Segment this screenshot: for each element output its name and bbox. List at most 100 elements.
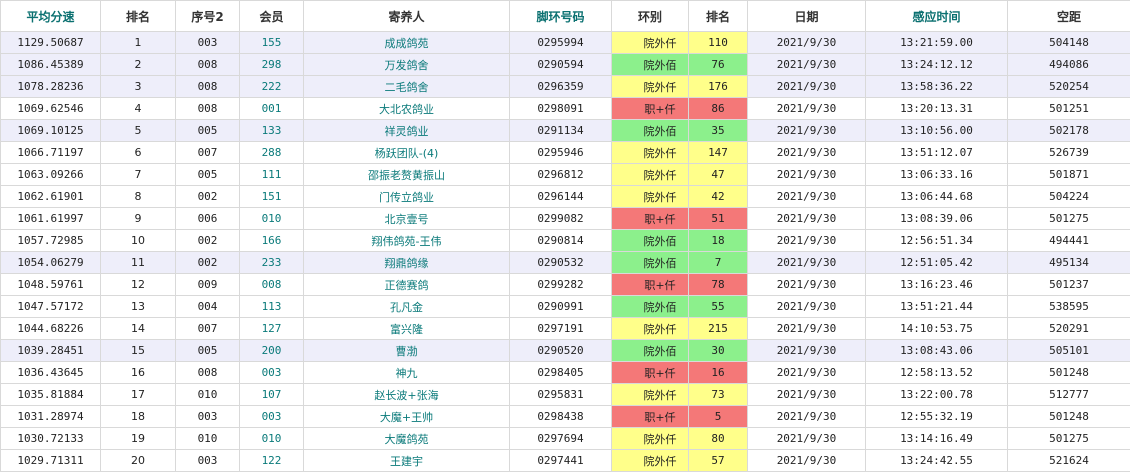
seq-cell: 002 — [175, 229, 240, 252]
table-row[interactable]: 1063.09266 7 005 111 邵振老赘黄振山 0296812 院外仟 47 2021… — [0, 163, 1130, 186]
zone-cell: 院外仟 — [611, 317, 689, 340]
zone-cell: 院外仟 — [611, 427, 689, 450]
header-owner[interactable]: 寄养人 — [303, 0, 510, 32]
ring-cell: 0290594 — [509, 53, 612, 76]
table-row[interactable]: 1069.10125 5 005 133 祥灵鸽业 0291134 院外佰 35 2021/9/… — [0, 119, 1130, 142]
table-row[interactable]: 1030.72133 19 010 010 大魔鸽苑 0297694 院外仟 80 2021/9… — [0, 427, 1130, 450]
zone-cell: 院外仟 — [611, 383, 689, 406]
header-group-rank[interactable]: 排名 — [688, 0, 748, 32]
table-row[interactable]: 1057.72985 10 002 166 翔伟鸽苑-王伟 0290814 院外佰 18 202… — [0, 229, 1130, 252]
date-cell: 2021/9/30 — [747, 53, 866, 76]
seq-cell: 008 — [175, 361, 240, 384]
owner-cell: 杨跃团队-(4) — [303, 141, 510, 164]
distance-cell: 504148 — [1007, 31, 1130, 54]
seq-cell: 010 — [175, 383, 240, 406]
distance-cell: 501237 — [1007, 273, 1130, 296]
seq-cell: 008 — [175, 97, 240, 120]
ring-cell: 0291134 — [509, 119, 612, 142]
owner-cell: 成成鸽苑 — [303, 31, 510, 54]
member-cell: 133 — [239, 119, 304, 142]
table-row[interactable]: 1062.61901 8 002 151 门传立鸽业 0296144 院外仟 42 2021/9… — [0, 185, 1130, 208]
rank-cell: 2 — [100, 53, 176, 76]
zone-cell: 院外仟 — [611, 449, 689, 472]
time-cell: 13:20:13.31 — [865, 97, 1008, 120]
speed-cell: 1063.09266 — [0, 163, 101, 186]
table-row[interactable]: 1036.43645 16 008 003 神九 0298405 职+仟 16 2021/9/3… — [0, 361, 1130, 384]
seq-cell: 008 — [175, 53, 240, 76]
seq-cell: 009 — [175, 273, 240, 296]
rank-cell: 16 — [100, 361, 176, 384]
ring-cell: 0296812 — [509, 163, 612, 186]
results-table: 平均分速 排名 序号2 会员 寄养人 脚环号码 环别 排名 日期 感应时间 空距… — [0, 0, 1130, 472]
header-seq[interactable]: 序号2 — [175, 0, 240, 32]
owner-cell: 孔凡金 — [303, 295, 510, 318]
rank-cell: 17 — [100, 383, 176, 406]
speed-cell: 1044.68226 — [0, 317, 101, 340]
table-row[interactable]: 1035.81884 17 010 107 赵长波+张海 0295831 院外仟 73 2021… — [0, 383, 1130, 406]
member-cell: 003 — [239, 405, 304, 428]
header-distance[interactable]: 空距 — [1007, 0, 1130, 32]
member-cell: 001 — [239, 97, 304, 120]
seq-cell: 003 — [175, 449, 240, 472]
table-row[interactable]: 1047.57172 13 004 113 孔凡金 0290991 院外佰 55 2021/9/… — [0, 295, 1130, 318]
header-time[interactable]: 感应时间 — [865, 0, 1008, 32]
table-row[interactable]: 1054.06279 11 002 233 翔鼎鸽缘 0290532 院外佰 7 2021/9/… — [0, 251, 1130, 274]
header-row: 平均分速 排名 序号2 会员 寄养人 脚环号码 环别 排名 日期 感应时间 空距 — [0, 0, 1130, 32]
time-cell: 13:24:12.12 — [865, 53, 1008, 76]
zone-cell: 院外佰 — [611, 229, 689, 252]
table-row[interactable]: 1048.59761 12 009 008 正德赛鸽 0299282 职+仟 78 2021/9… — [0, 273, 1130, 296]
owner-cell: 大魔+王帅 — [303, 405, 510, 428]
member-cell: 107 — [239, 383, 304, 406]
zone-cell: 职+仟 — [611, 361, 689, 384]
rank-cell: 1 — [100, 31, 176, 54]
zone-cell: 院外仟 — [611, 75, 689, 98]
date-cell: 2021/9/30 — [747, 449, 866, 472]
table-row[interactable]: 1044.68226 14 007 127 富兴隆 0297191 院外仟 215 2021/9… — [0, 317, 1130, 340]
results-body: 1129.50687 1 003 155 成成鸽苑 0295994 院外仟 110 2021/9… — [0, 31, 1130, 472]
table-row[interactable]: 1029.71311 20 003 122 王建宇 0297441 院外仟 57 2021/9/… — [0, 449, 1130, 472]
table-row[interactable]: 1078.28236 3 008 222 二毛鸽舍 0296359 院外仟 176 2021/9… — [0, 75, 1130, 98]
time-cell: 12:56:51.34 — [865, 229, 1008, 252]
header-zone[interactable]: 环别 — [611, 0, 689, 32]
speed-cell: 1048.59761 — [0, 273, 101, 296]
member-cell: 166 — [239, 229, 304, 252]
table-row[interactable]: 1031.28974 18 003 003 大魔+王帅 0298438 职+仟 5 2021/9… — [0, 405, 1130, 428]
table-row[interactable]: 1129.50687 1 003 155 成成鸽苑 0295994 院外仟 110 2021/9… — [0, 31, 1130, 54]
distance-cell: 502178 — [1007, 119, 1130, 142]
seq-cell: 004 — [175, 295, 240, 318]
rank-cell: 20 — [100, 449, 176, 472]
group-rank-cell: 147 — [688, 141, 748, 164]
date-cell: 2021/9/30 — [747, 361, 866, 384]
ring-cell: 0296144 — [509, 185, 612, 208]
table-row[interactable]: 1039.28451 15 005 200 曹渤 0290520 院外佰 30 2021/9/3… — [0, 339, 1130, 362]
time-cell: 13:22:00.78 — [865, 383, 1008, 406]
ring-cell: 0299082 — [509, 207, 612, 230]
ring-cell: 0298091 — [509, 97, 612, 120]
ring-cell: 0297191 — [509, 317, 612, 340]
header-rank[interactable]: 排名 — [100, 0, 176, 32]
group-rank-cell: 73 — [688, 383, 748, 406]
ring-cell: 0298438 — [509, 405, 612, 428]
group-rank-cell: 110 — [688, 31, 748, 54]
seq-cell: 005 — [175, 119, 240, 142]
table-row[interactable]: 1066.71197 6 007 288 杨跃团队-(4) 0295946 院外仟 147 20… — [0, 141, 1130, 164]
header-ring[interactable]: 脚环号码 — [509, 0, 612, 32]
speed-cell: 1086.45389 — [0, 53, 101, 76]
table-row[interactable]: 1086.45389 2 008 298 万发鸽舍 0290594 院外佰 76 2021/9/… — [0, 53, 1130, 76]
member-cell: 010 — [239, 427, 304, 450]
rank-cell: 11 — [100, 251, 176, 274]
member-cell: 288 — [239, 141, 304, 164]
table-row[interactable]: 1069.62546 4 008 001 大北农鸽业 0298091 职+仟 86 2021/9… — [0, 97, 1130, 120]
distance-cell: 501275 — [1007, 427, 1130, 450]
time-cell: 13:58:36.22 — [865, 75, 1008, 98]
header-speed[interactable]: 平均分速 — [0, 0, 101, 32]
seq-cell: 006 — [175, 207, 240, 230]
seq-cell: 002 — [175, 251, 240, 274]
member-cell: 200 — [239, 339, 304, 362]
header-date[interactable]: 日期 — [747, 0, 866, 32]
rank-cell: 6 — [100, 141, 176, 164]
time-cell: 13:21:59.00 — [865, 31, 1008, 54]
table-row[interactable]: 1061.61997 9 006 010 北京壹号 0299082 职+仟 51 2021/9/… — [0, 207, 1130, 230]
header-member[interactable]: 会员 — [239, 0, 304, 32]
owner-cell: 祥灵鸽业 — [303, 119, 510, 142]
